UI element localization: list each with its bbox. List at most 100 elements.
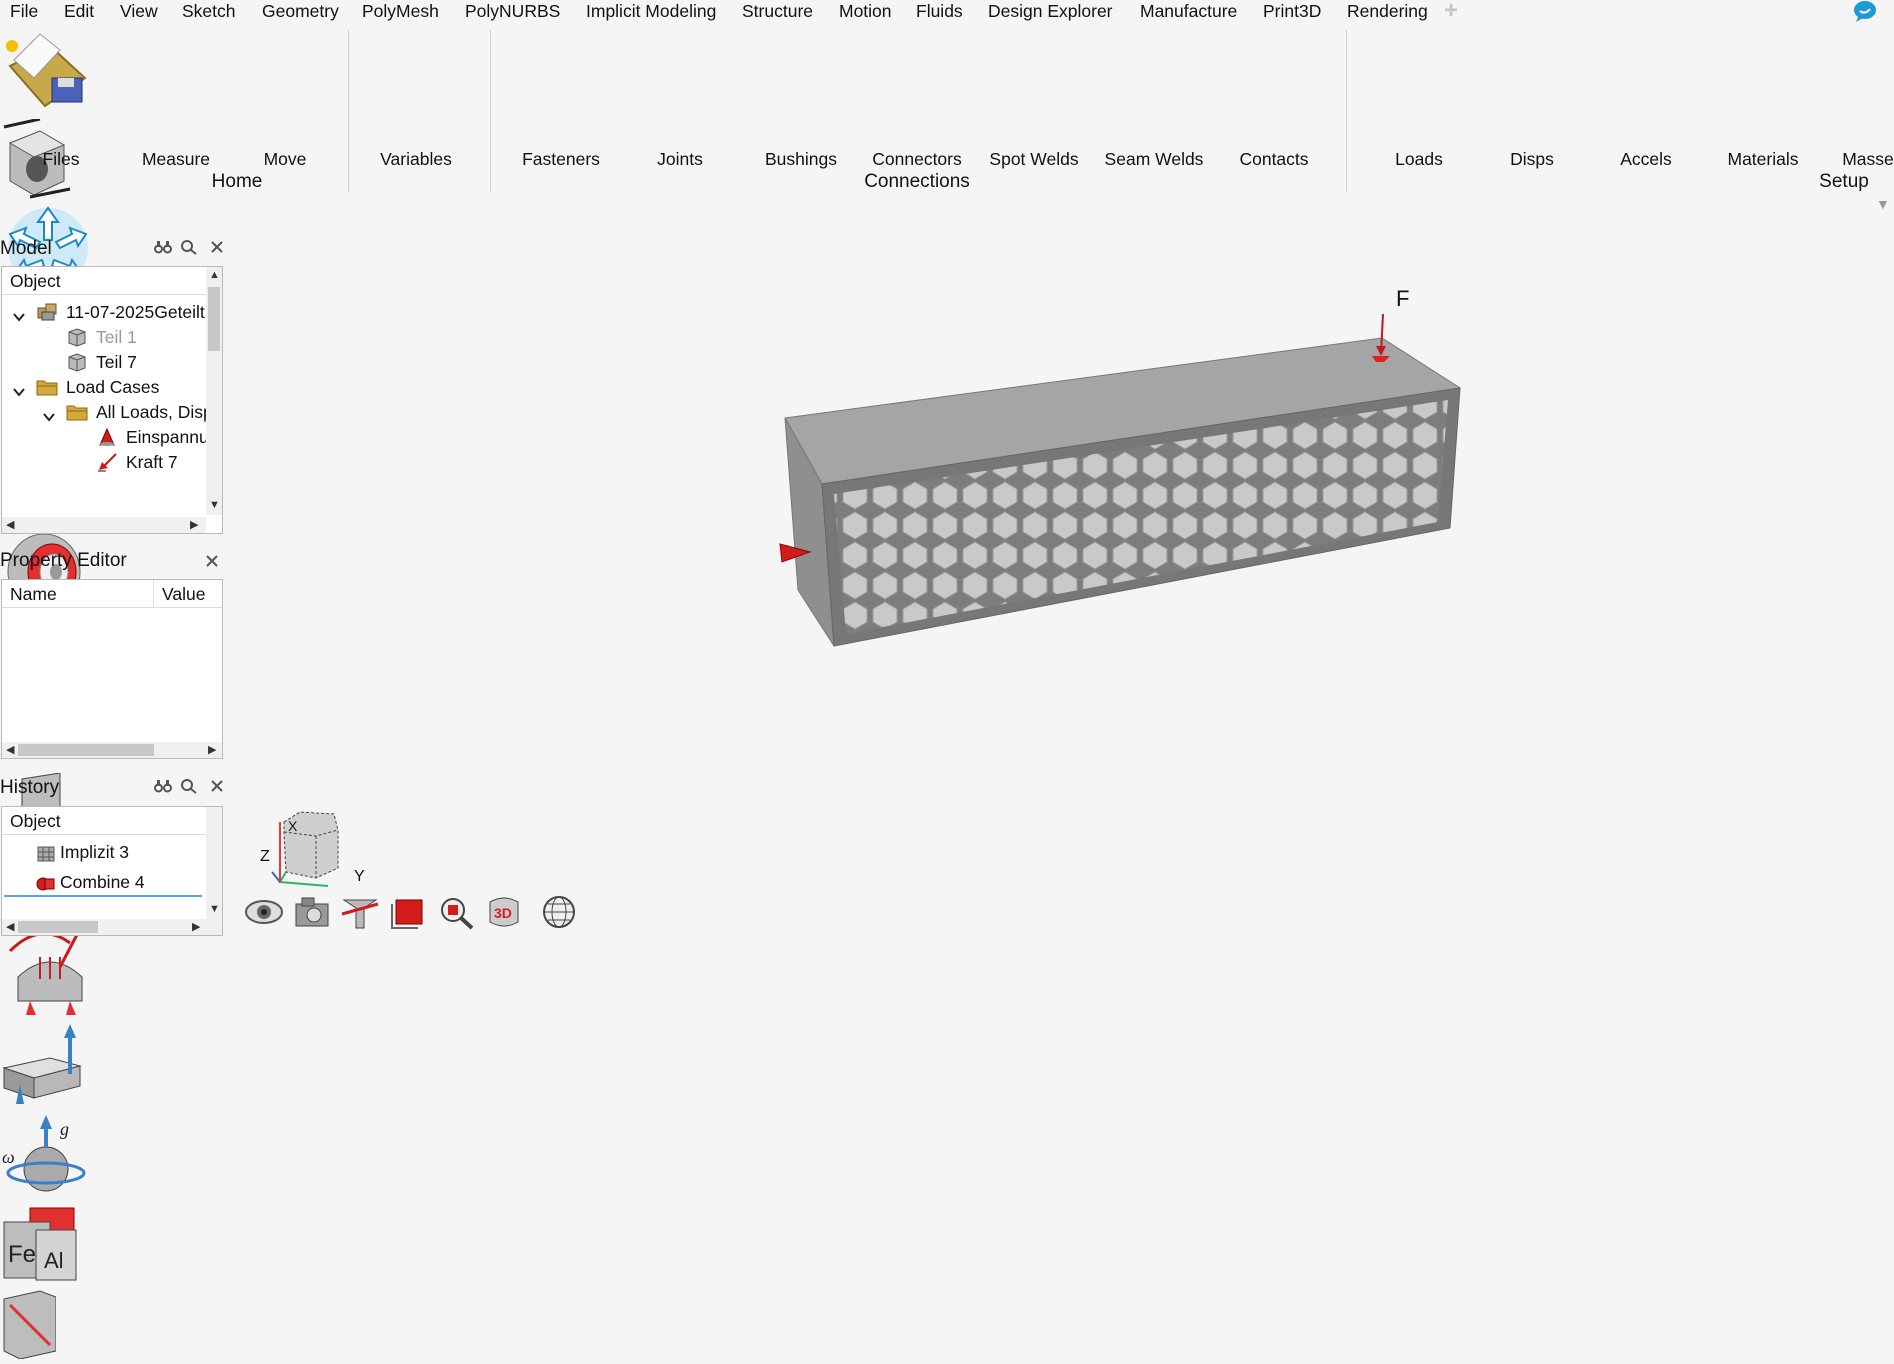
menu-file[interactable]: File [10, 0, 38, 26]
history-column-header[interactable]: Object [2, 807, 206, 835]
chevron-down-icon[interactable] [12, 303, 26, 322]
history-list: Object Implizit 3 Combine 4 ▼ ◀ ▶ [1, 806, 223, 936]
view-cube[interactable]: X Y Z [258, 808, 365, 890]
tree-row-label: Kraft 7 [126, 452, 178, 472]
files-icon [6, 33, 87, 108]
axis-x-label: X [288, 818, 298, 834]
svg-text:ω: ω [2, 1147, 15, 1167]
history-vertical-scrollbar[interactable]: ▼ [206, 807, 222, 919]
menu-print3d[interactable]: Print3D [1263, 0, 1321, 26]
property-panel-title: Property Editor [0, 550, 127, 571]
list-item[interactable]: Implizit 3 [2, 837, 206, 867]
history-insert-marker[interactable] [4, 895, 202, 897]
property-table: Name Value ◀ ▶ [1, 579, 223, 759]
chevron-down-icon[interactable] [42, 403, 56, 422]
view-3d-icon[interactable]: 3D [484, 894, 524, 930]
menu-polynurbs[interactable]: PolyNURBS [465, 0, 560, 26]
search-icon[interactable] [180, 778, 198, 794]
menu-structure[interactable]: Structure [742, 0, 813, 28]
fasteners-label: Fasteners [522, 149, 600, 169]
contacts-label: Contacts [1239, 149, 1309, 169]
close-icon[interactable] [209, 239, 225, 255]
history-horizontal-scrollbar[interactable]: ◀ ▶ [2, 919, 222, 935]
menu-polymesh[interactable]: PolyMesh [362, 0, 439, 26]
history-panel-icons [154, 777, 225, 795]
masse-tool[interactable]: Masse [0, 149, 1894, 1364]
3d-viewport[interactable]: F [226, 222, 1894, 943]
menu-motion[interactable]: Motion [839, 0, 892, 26]
group-label-connections: Connections [864, 171, 970, 192]
close-icon[interactable] [209, 778, 225, 794]
binoculars-icon[interactable] [154, 239, 172, 255]
group-label-setup: Setup [1819, 171, 1869, 192]
svg-text:3D: 3D [494, 905, 512, 921]
implicit-icon [36, 842, 56, 867]
model-panel-icons [154, 238, 225, 256]
disps-label: Disps [1510, 149, 1554, 169]
setup-dropdown-icon[interactable]: ▼ [1876, 196, 1890, 212]
binoculars-icon[interactable] [154, 778, 172, 794]
materials-tool[interactable]: Fe Al Materials [0, 149, 1894, 1289]
add-tab-icon[interactable]: + [1444, 0, 1464, 23]
tree-row[interactable]: Kraft 7 [2, 447, 206, 477]
group-label-home: Home [211, 171, 263, 192]
model-render [779, 313, 1462, 647]
section-cut-icon[interactable] [340, 894, 380, 930]
connectors-label: Connectors [872, 149, 962, 169]
menu-geometry[interactable]: Geometry [262, 0, 339, 26]
camera-icon[interactable] [292, 894, 332, 930]
model-column-header[interactable]: Object [2, 267, 206, 295]
isolate-icon[interactable] [388, 894, 428, 930]
axis-z-label: Z [260, 848, 270, 865]
loads-icon [8, 928, 83, 1015]
bushings-label: Bushings [765, 149, 837, 169]
globe-icon[interactable] [540, 894, 578, 930]
chevron-down-icon[interactable] [12, 378, 26, 397]
menu-sketch[interactable]: Sketch [182, 0, 236, 26]
search-icon[interactable] [180, 239, 198, 255]
svg-text:g: g [60, 1119, 69, 1139]
zoom-fit-icon[interactable] [436, 894, 476, 930]
combine-icon [36, 872, 56, 897]
model-vertical-scrollbar[interactable]: ▲ ▼ [206, 267, 222, 515]
move-label: Move [263, 149, 307, 169]
menu-edit[interactable]: Edit [64, 0, 94, 26]
eye-icon[interactable] [244, 894, 284, 930]
menu-view[interactable]: View [120, 0, 158, 26]
list-item-label: Combine 4 [60, 872, 145, 892]
measure-label: Measure [141, 149, 211, 169]
chat-icon[interactable] [1852, 0, 1878, 22]
view-toolbar: 3D [244, 894, 584, 934]
force-icon [96, 451, 118, 477]
list-item[interactable]: Combine 4 [2, 867, 206, 897]
masse-label: Masse [1842, 149, 1894, 169]
variables-label: Variables [380, 149, 452, 169]
model-tree: Object 11-07-2025Geteilt Teil 1 Teil 7 Load… [1, 266, 223, 534]
menu-manufacture[interactable]: Manufacture [1140, 0, 1237, 26]
ribbon: Files Measure Move Home Variables Fasten… [0, 26, 1894, 1360]
property-value-header[interactable]: Value [154, 580, 222, 608]
menu-design-explorer[interactable]: Design Explorer [988, 0, 1113, 26]
property-horizontal-scrollbar[interactable]: ◀ ▶ [2, 742, 222, 758]
files-label: Files [42, 149, 80, 169]
ribbon-separator [348, 30, 349, 192]
accels-tool[interactable]: g ω Accels [0, 149, 1894, 1206]
property-name-header[interactable]: Name [2, 580, 154, 608]
menu-rendering[interactable]: Rendering [1347, 0, 1428, 26]
seam-welds-label: Seam Welds [1104, 149, 1204, 169]
menu-implicit-modeling[interactable]: Implicit Modeling [586, 0, 716, 26]
model-horizontal-scrollbar[interactable]: ◀ ▶ [2, 517, 206, 533]
spot-welds-label: Spot Welds [989, 149, 1079, 169]
model-panel-title: Model [0, 238, 52, 259]
joints-label: Joints [657, 149, 703, 169]
materials-icon: Fe Al [3, 1207, 77, 1281]
svg-text:Al: Al [44, 1248, 64, 1273]
menu-fluids[interactable]: Fluids [916, 0, 963, 26]
loads-label: Loads [1395, 149, 1443, 169]
list-item-label: Implizit 3 [60, 842, 130, 862]
close-icon[interactable] [204, 553, 220, 569]
masse-icon [3, 1290, 57, 1360]
force-label: F [1396, 286, 1410, 311]
files-tool[interactable]: Files [0, 26, 1894, 169]
disps-tool[interactable]: Disps [0, 149, 1894, 1111]
